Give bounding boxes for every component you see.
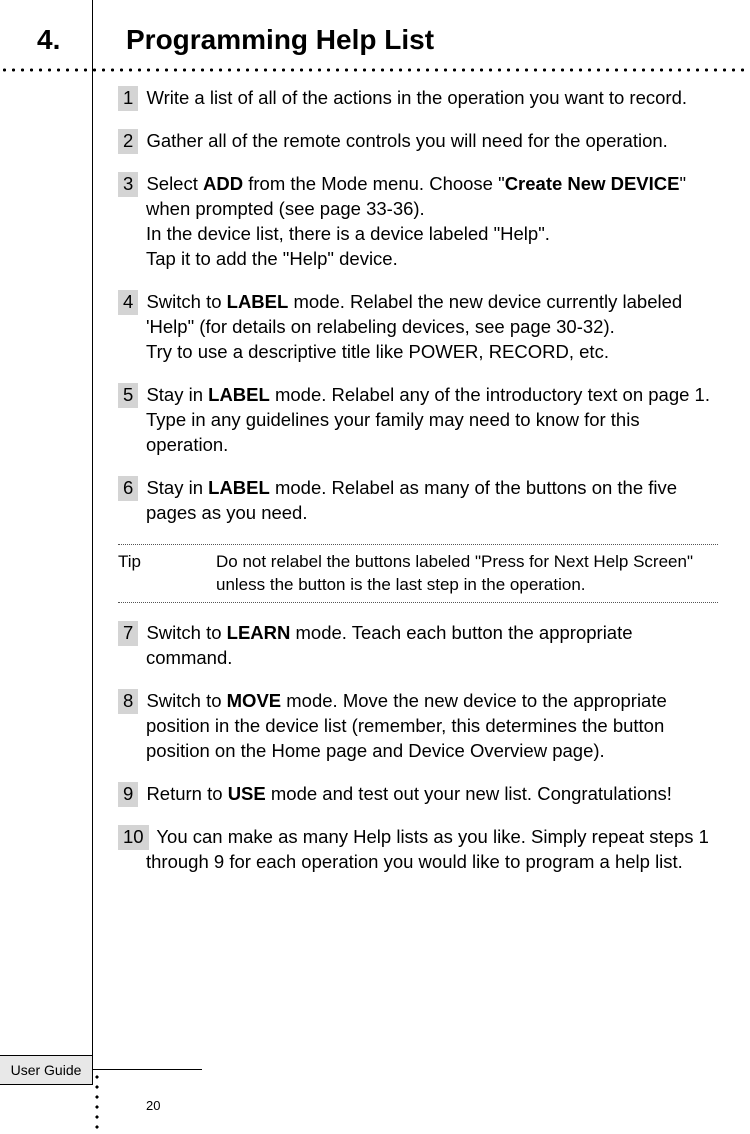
bold-text: LEARN: [227, 622, 291, 643]
step-number: 9: [118, 782, 138, 807]
step-body: 7 Switch to LEARN mode. Teach each butto…: [118, 621, 718, 671]
dotted-rule-vertical: [95, 1072, 99, 1134]
step-body: 1 Write a list of all of the actions in …: [118, 86, 718, 111]
bold-text: LABEL: [208, 477, 270, 498]
bold-text: ADD: [203, 173, 243, 194]
step: 3 Select ADD from the Mode menu. Choose …: [118, 172, 718, 272]
tip-label: Tip: [118, 551, 216, 597]
step-number: 4: [118, 290, 138, 315]
horizontal-rule: [92, 1069, 202, 1070]
step-body: 8 Switch to MOVE mode. Move the new devi…: [118, 689, 718, 764]
bold-text: MOVE: [227, 690, 281, 711]
dotted-rule-horizontal: [0, 68, 750, 72]
step-extra-line: Try to use a descriptive title like POWE…: [118, 340, 718, 365]
step-body: 5 Stay in LABEL mode. Relabel any of the…: [118, 383, 718, 458]
step-body: 10 You can make as many Help lists as yo…: [118, 825, 718, 875]
step: 5 Stay in LABEL mode. Relabel any of the…: [118, 383, 718, 458]
page: 4. Programming Help List 1 Write a list …: [0, 0, 750, 1134]
step: 10 You can make as many Help lists as yo…: [118, 825, 718, 875]
step-number: 8: [118, 689, 138, 714]
section-number: 4.: [37, 24, 60, 56]
step-body: 9 Return to USE mode and test out your n…: [118, 782, 718, 807]
step-number: 10: [118, 825, 149, 850]
step-body: 4 Switch to LABEL mode. Relabel the new …: [118, 290, 718, 340]
bold-text: Create New DEVICE: [505, 173, 680, 194]
step-body: 2 Gather all of the remote controls you …: [118, 129, 718, 154]
bold-text: LABEL: [208, 384, 270, 405]
section-title: Programming Help List: [126, 24, 434, 56]
step-extra-line: Tap it to add the "Help" device.: [118, 247, 718, 272]
step: 6 Stay in LABEL mode. Relabel as many of…: [118, 476, 718, 526]
bold-text: USE: [228, 783, 266, 804]
step: 4 Switch to LABEL mode. Relabel the new …: [118, 290, 718, 365]
step: 7 Switch to LEARN mode. Teach each butto…: [118, 621, 718, 671]
step-number: 6: [118, 476, 138, 501]
step: 9 Return to USE mode and test out your n…: [118, 782, 718, 807]
tip-text: Do not relabel the buttons labeled "Pres…: [216, 551, 718, 597]
step-body: 6 Stay in LABEL mode. Relabel as many of…: [118, 476, 718, 526]
page-number: 20: [146, 1098, 160, 1113]
step: 1 Write a list of all of the actions in …: [118, 86, 718, 111]
tip-block: Tip Do not relabel the buttons labeled "…: [118, 544, 718, 604]
step: 8 Switch to MOVE mode. Move the new devi…: [118, 689, 718, 764]
step-number: 2: [118, 129, 138, 154]
step-number: 3: [118, 172, 138, 197]
step: 2 Gather all of the remote controls you …: [118, 129, 718, 154]
step-number: 7: [118, 621, 138, 646]
bold-text: LABEL: [227, 291, 289, 312]
side-tab: User Guide: [0, 1055, 93, 1085]
vertical-rule: [92, 0, 93, 1070]
step-number: 1: [118, 86, 138, 111]
step-extra-line: In the device list, there is a device la…: [118, 222, 718, 247]
content-area: 1 Write a list of all of the actions in …: [118, 86, 718, 893]
step-body: 3 Select ADD from the Mode menu. Choose …: [118, 172, 718, 222]
tip-rule-bottom: [118, 602, 718, 603]
step-number: 5: [118, 383, 138, 408]
